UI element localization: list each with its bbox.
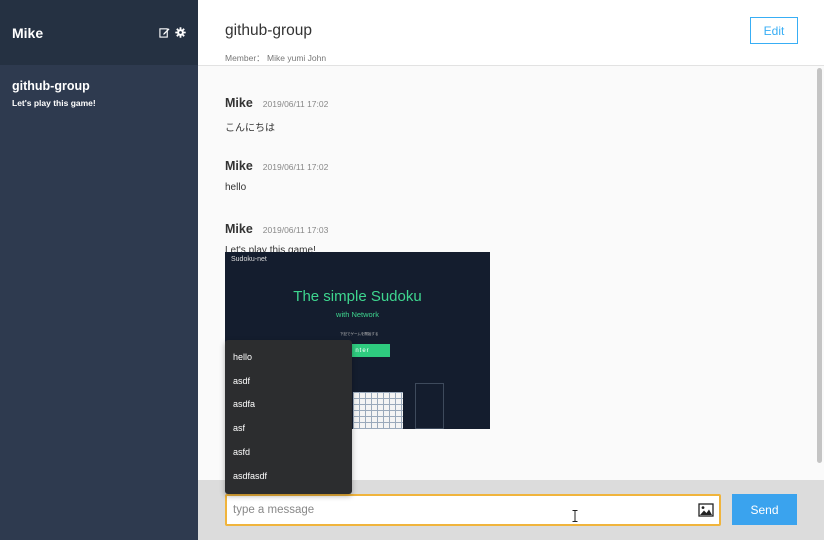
message-user: Mike: [225, 159, 253, 173]
group-last-message: Let's play this game!: [12, 98, 96, 108]
message-scrollbar[interactable]: [817, 68, 822, 463]
message-meta: Mike 2019/06/11 17:03: [225, 222, 328, 236]
image-panel: [415, 383, 444, 429]
sidebar-group-item[interactable]: github-group Let's play this game!: [0, 65, 198, 122]
autocomplete-item[interactable]: asfd: [225, 440, 352, 464]
message-user: Mike: [225, 96, 253, 110]
message-user: Mike: [225, 222, 253, 236]
message-meta: Mike 2019/06/11 17:02: [225, 96, 328, 110]
image-icon[interactable]: [698, 503, 714, 517]
gear-icon[interactable]: [175, 27, 186, 38]
autocomplete-item[interactable]: asdfasdf: [225, 464, 352, 488]
member-list: Member： Mike yumi John: [225, 53, 327, 63]
sidebar-header: Mike: [0, 0, 198, 65]
image-caption: 下記でゲームを開始する: [340, 332, 379, 336]
message-item: Mike 2019/06/11 17:03 Let's play this ga…: [225, 222, 490, 429]
message-time: 2019/06/11 17:03: [262, 225, 329, 235]
message-item: Mike 2019/06/11 17:02 hello: [225, 159, 328, 193]
send-button[interactable]: Send: [732, 494, 797, 525]
autocomplete-item[interactable]: asdf: [225, 369, 352, 393]
image-subtitle: with Network: [336, 310, 379, 319]
message-text: こんにちは: [225, 123, 275, 134]
edit-group-button[interactable]: Edit: [750, 17, 798, 44]
message-input[interactable]: [227, 496, 719, 524]
message-input-wrapper: [225, 494, 721, 526]
group-name: github-group: [12, 79, 90, 93]
autocomplete-item[interactable]: hello: [225, 345, 352, 369]
message-item: Mike 2019/06/11 17:02 こんにちは: [225, 96, 328, 134]
sidebar-header-icons: [159, 27, 186, 38]
message-time: 2019/06/11 17:02: [262, 99, 329, 109]
chat-title: github-group: [225, 22, 313, 39]
autocomplete-item[interactable]: asdfa: [225, 393, 352, 417]
image-brand: Sudoku-net: [231, 256, 267, 263]
sudoku-grid: [353, 392, 403, 429]
edit-icon[interactable]: [159, 27, 170, 38]
chat-header: github-group Member： Mike yumi John Edit: [198, 0, 824, 66]
sidebar: Mike github-group Let's play this game!: [0, 0, 198, 540]
autocomplete-item[interactable]: asf: [225, 416, 352, 440]
current-user-name: Mike: [12, 24, 44, 41]
image-title: The simple Sudoku: [293, 288, 422, 305]
autocomplete-menu: hello asdf asdfa asf asfd asdfasdf: [225, 340, 352, 494]
message-time: 2019/06/11 17:02: [262, 162, 329, 172]
message-meta: Mike 2019/06/11 17:02: [225, 159, 328, 173]
message-text: hello: [225, 182, 247, 193]
